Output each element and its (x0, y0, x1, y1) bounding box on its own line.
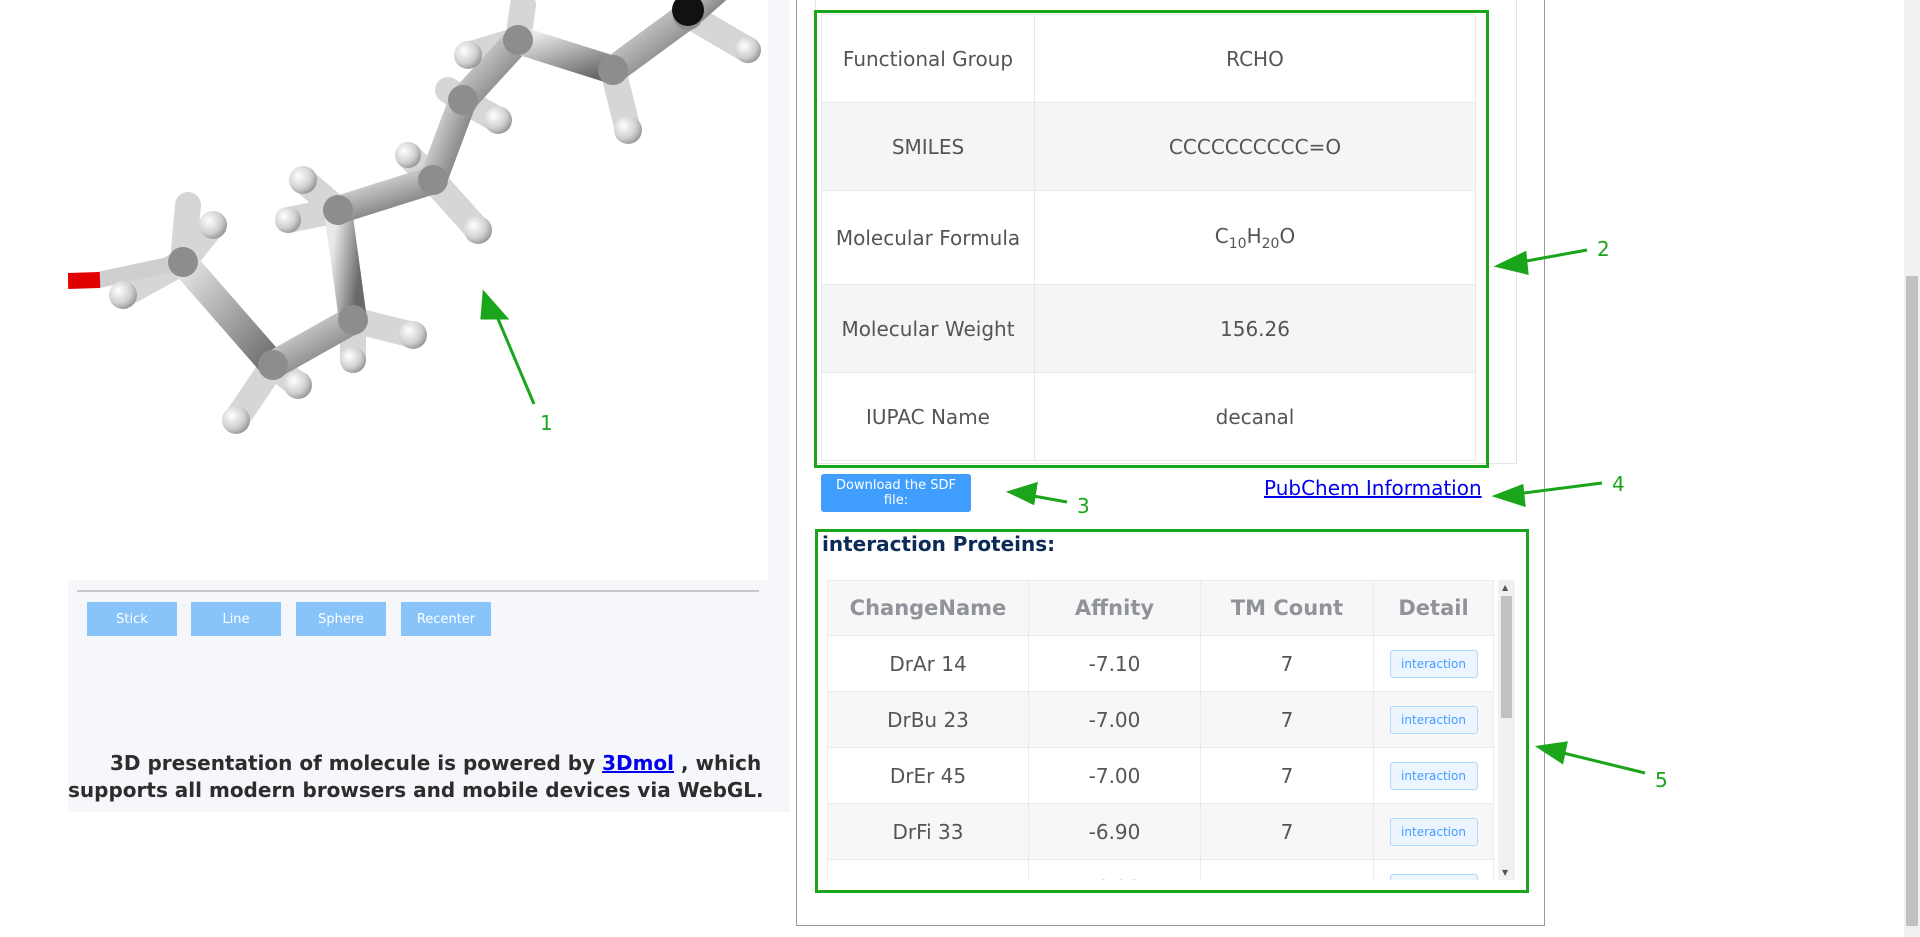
annotation-box-proteins (815, 529, 1529, 893)
molecule-3d-render (68, 0, 761, 434)
credit-prefix: 3D presentation of molecule is powered b… (110, 751, 596, 775)
sphere-style-button[interactable]: Sphere (296, 602, 386, 636)
stick-style-button[interactable]: Stick (87, 602, 177, 636)
molecule-viewer-panel: Stick Line Sphere Recenter 3D presentati… (68, 0, 790, 812)
pubchem-link[interactable]: PubChem Information (1264, 476, 1482, 500)
annotation-label-2: 2 (1597, 237, 1610, 261)
line-style-button[interactable]: Line (191, 602, 281, 636)
annotation-box-properties (814, 10, 1489, 468)
molecule-3d-viewer[interactable] (68, 0, 768, 580)
annotation-label-1: 1 (540, 411, 553, 435)
page-scrollbar-thumb[interactable] (1906, 276, 1918, 926)
annotation-label-4: 4 (1612, 472, 1625, 496)
page-scrollbar[interactable] (1904, 0, 1920, 937)
viewer-divider (77, 590, 759, 592)
3dmol-link[interactable]: 3Dmol (602, 751, 674, 775)
annotation-label-3: 3 (1077, 494, 1090, 518)
recenter-button[interactable]: Recenter (401, 602, 491, 636)
annotation-label-5: 5 (1655, 768, 1668, 792)
download-sdf-button[interactable]: Download the SDF file: (821, 474, 971, 512)
viewer-credit-text: 3D presentation of molecule is powered b… (68, 750, 790, 804)
